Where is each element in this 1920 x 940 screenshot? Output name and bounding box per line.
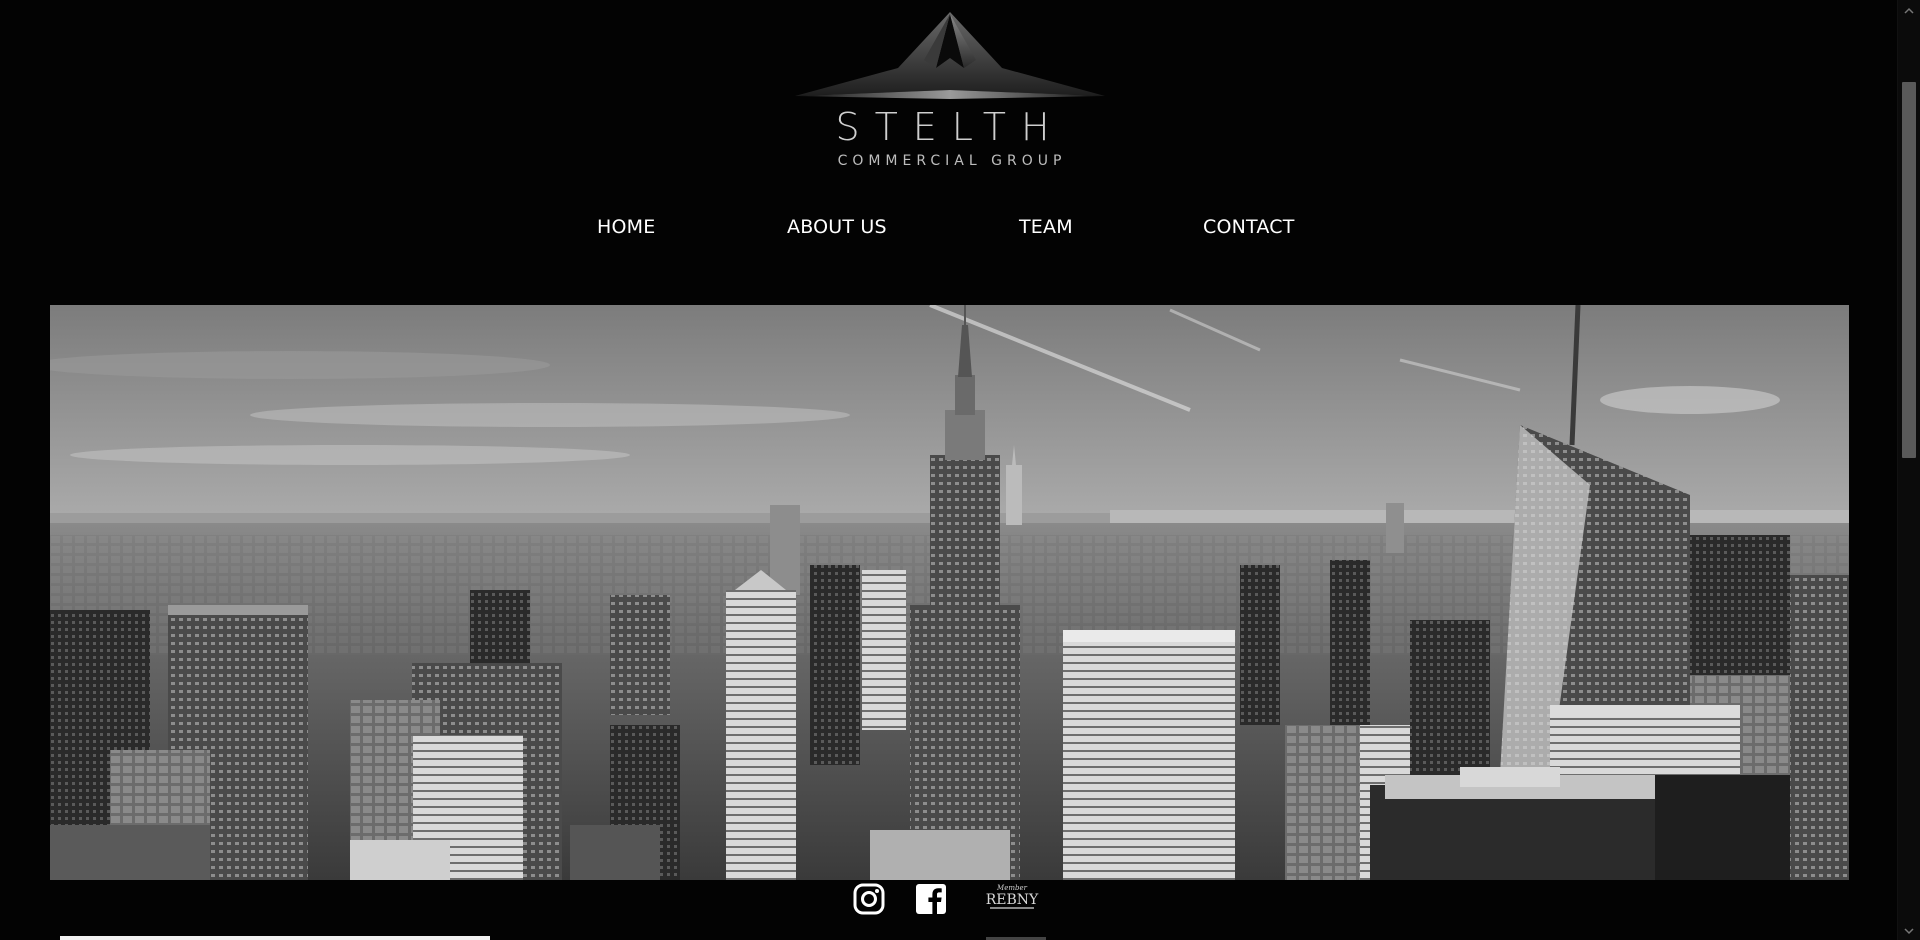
hero-skyline-image xyxy=(50,305,1849,880)
nav-contact[interactable]: CONTACT xyxy=(1203,216,1295,238)
social-links: Member REBNY xyxy=(0,880,1898,940)
scroll-down-arrow-icon[interactable] xyxy=(1904,926,1914,936)
main-nav: HOME ABOUT US TEAM CONTACT xyxy=(0,210,1898,250)
rebny-member-label: Member xyxy=(996,884,1028,892)
stelth-logo[interactable]: STELTH COMMERCIAL GROUP xyxy=(790,12,1110,172)
bottom-content-edge xyxy=(60,936,490,940)
page: STELTH COMMERCIAL GROUP HOME ABOUT US TE… xyxy=(0,0,1920,940)
logo-graphic: STELTH COMMERCIAL GROUP xyxy=(795,12,1105,169)
nav-team[interactable]: TEAM xyxy=(1019,216,1073,238)
vertical-scrollbar[interactable] xyxy=(1897,0,1920,940)
rebny-member-logo[interactable]: Member REBNY xyxy=(984,882,1040,918)
scroll-up-arrow-icon[interactable] xyxy=(1904,6,1914,16)
instagram-icon[interactable] xyxy=(853,883,885,919)
brand-tagline: COMMERCIAL GROUP xyxy=(838,153,1067,169)
nav-home[interactable]: HOME xyxy=(597,216,655,238)
rebny-label: REBNY xyxy=(986,892,1039,908)
brand-name: STELTH xyxy=(835,105,1064,149)
facebook-icon[interactable] xyxy=(915,883,947,919)
scrollbar-thumb[interactable] xyxy=(1902,82,1916,458)
nav-about-us[interactable]: ABOUT US xyxy=(787,216,887,238)
